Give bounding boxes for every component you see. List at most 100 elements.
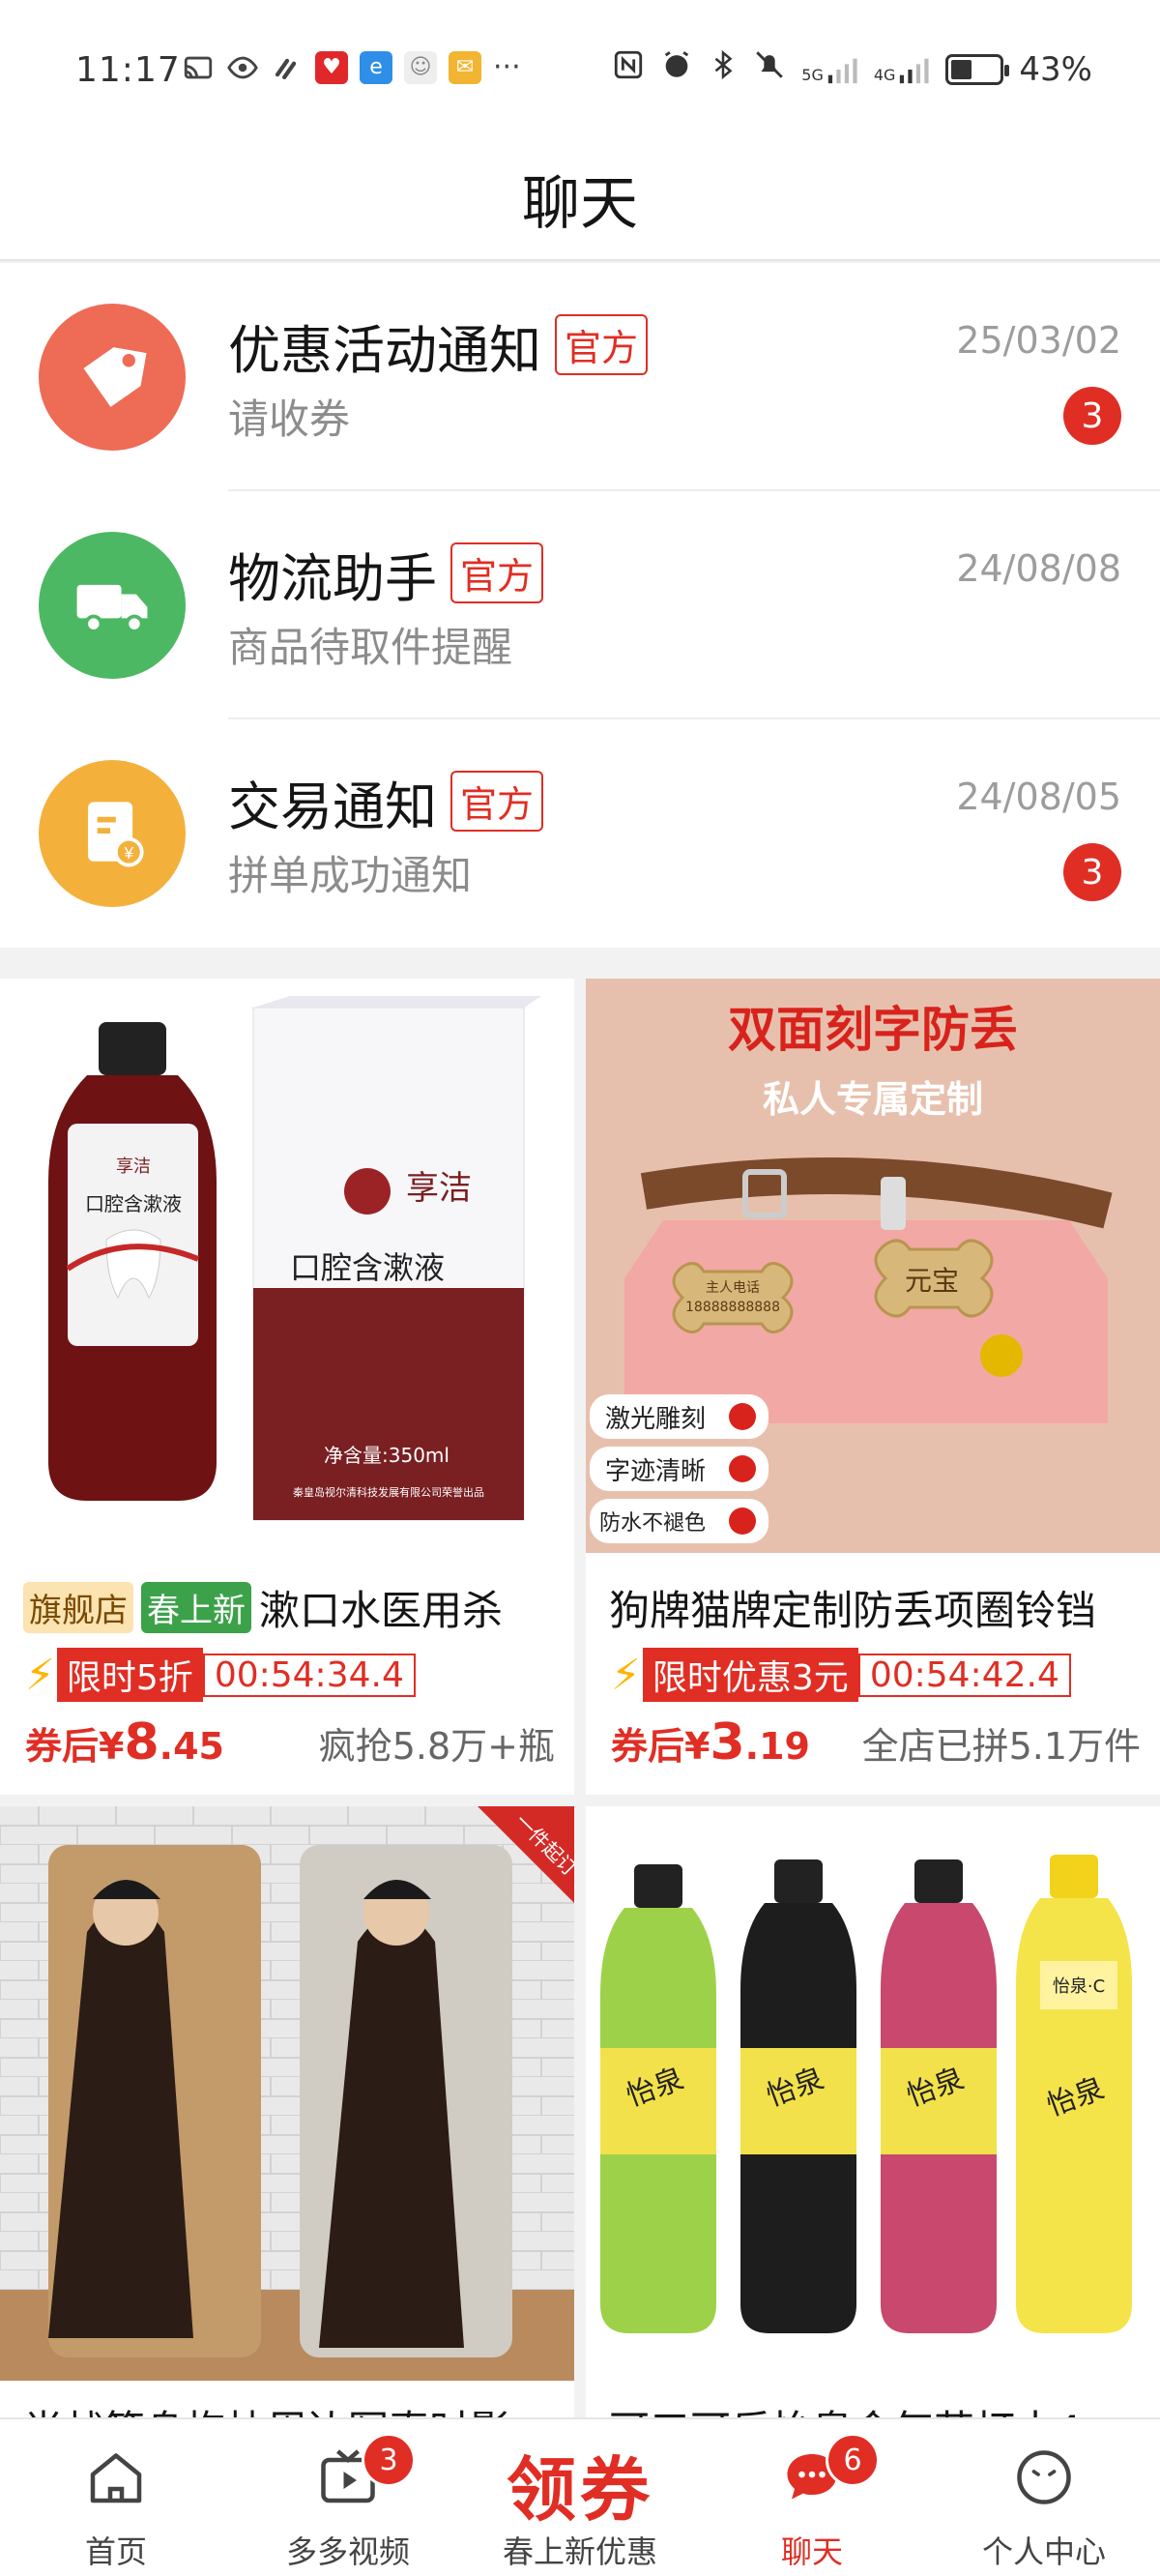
- link-icon: [271, 51, 304, 84]
- cast-icon: [182, 51, 215, 84]
- product-image[interactable]: 一件起订: [0, 1806, 574, 2381]
- product-card[interactable]: 双面刻字防丢 私人专属定制 元宝 主人电话 18888888888 激光雕刻 字…: [586, 979, 1160, 1795]
- chat-title: 物流助手: [228, 548, 437, 609]
- product-image[interactable]: 双面刻字防丢 私人专属定制 元宝 主人电话 18888888888 激光雕刻 字…: [586, 979, 1160, 1553]
- chat-preview: 拼单成功通知: [228, 852, 473, 899]
- status-time: 11:17: [75, 50, 181, 90]
- flash-sale-banner: ⚡ 限时5折 00:54:34.4: [25, 1648, 416, 1702]
- svg-text:怡泉·C: 怡泉·C: [1053, 1976, 1105, 1997]
- nav-label: 春上新优惠: [502, 2533, 657, 2570]
- coupon-price: 券后¥8.45: [25, 1713, 224, 1771]
- nav-badge: 6: [826, 2433, 880, 2487]
- battery-icon: [945, 53, 1010, 85]
- app-face-icon: ☺: [404, 50, 437, 84]
- product-image[interactable]: 怡泉 怡泉 怡泉 怡泉·C 怡泉: [586, 1806, 1160, 2381]
- nav-chat[interactable]: 6 聊天: [696, 2419, 928, 2576]
- home-icon: [81, 2443, 151, 2512]
- chat-date: 24/08/05: [956, 776, 1121, 818]
- nav-video[interactable]: 3 多多视频: [232, 2419, 464, 2576]
- chat-list: 优惠活动通知 官方 请收券 25/03/02 3 物流助手 官方 商品待取件提醒 2…: [0, 263, 1160, 948]
- sales-count: 全店已拼5.1万件: [861, 1725, 1141, 1768]
- truck-icon: [39, 532, 186, 679]
- nav-profile[interactable]: 个人中心: [928, 2419, 1160, 2576]
- countdown-timer: 00:54:42.4: [857, 1653, 1071, 1697]
- countdown-timer: 00:54:34.4: [202, 1653, 416, 1697]
- tag-icon: [39, 304, 186, 451]
- svg-text:18888888888: 18888888888: [685, 1300, 780, 1315]
- chat-title: 优惠活动通知: [228, 320, 541, 381]
- nav-label: 首页: [84, 2533, 147, 2570]
- more-notifications-icon: ···: [493, 50, 521, 84]
- page-header: 聊天: [0, 135, 1160, 261]
- svg-text:净含量:350ml: 净含量:350ml: [324, 1444, 450, 1467]
- mail-icon: ✉: [449, 50, 481, 84]
- nfc-icon: [612, 48, 645, 90]
- product-title-text: 狗牌猫牌定制防丢项圈铃铛: [609, 1587, 1097, 1634]
- svg-text:私人专属定制: 私人专属定制: [763, 1078, 983, 1121]
- svg-text:元宝: 元宝: [905, 1265, 959, 1297]
- product-card[interactable]: 怡泉 怡泉 怡泉 怡泉·C 怡泉 可口可乐怡泉含气苏打水4: [586, 1806, 1160, 2429]
- app-e-icon: e: [360, 50, 392, 84]
- mute-icon: [753, 48, 786, 90]
- signal-5g-icon: 5G: [801, 55, 858, 84]
- official-badge: 官方: [450, 771, 544, 832]
- chat-preview: 商品待取件提醒: [228, 624, 513, 671]
- bottom-navigation: 首页 3 多多视频 领券 春上新优惠 6 聊天 个人中心: [0, 2417, 1160, 2576]
- chat-title: 交易通知: [228, 776, 437, 837]
- unread-badge: 3: [1063, 843, 1121, 901]
- notification-icons: ♥ e ☺ ✉ ···: [182, 50, 521, 84]
- chat-preview: 请收券: [228, 395, 351, 443]
- sales-count: 疯抢5.8万+瓶: [318, 1725, 555, 1768]
- eye-icon: [226, 51, 259, 84]
- flash-sale-banner: ⚡ 限时优惠3元 00:54:42.4: [611, 1648, 1071, 1702]
- system-icons: 5G 4G 43%: [612, 48, 1092, 90]
- coupon-price: 券后¥3.19: [611, 1713, 810, 1771]
- svg-text:口腔含漱液: 口腔含漱液: [290, 1249, 445, 1286]
- nav-label: 聊天: [780, 2533, 843, 2570]
- flash-sale-label: 限时优惠3元: [642, 1648, 858, 1702]
- svg-text:口腔含漱液: 口腔含漱液: [85, 1192, 182, 1215]
- chat-item-transactions[interactable]: ¥ 交易通知 官方 拼单成功通知 24/08/05 3: [0, 719, 1160, 948]
- svg-text:字迹清晰: 字迹清晰: [605, 1457, 706, 1486]
- product-title: 狗牌猫牌定制防丢项圈铃铛: [609, 1578, 1150, 1637]
- receipt-icon: ¥: [39, 760, 186, 907]
- new-arrival-tag: 春上新: [141, 1582, 251, 1633]
- svg-text:防水不褪色: 防水不褪色: [599, 1511, 706, 1536]
- svg-text:享洁: 享洁: [116, 1156, 151, 1177]
- profile-icon: [1009, 2443, 1079, 2512]
- chat-item-logistics[interactable]: 物流助手 官方 商品待取件提醒 24/08/08: [0, 491, 1160, 719]
- product-title: 旗舰店 春上新 漱口水医用杀: [23, 1578, 565, 1637]
- official-badge: 官方: [555, 314, 649, 375]
- alarm-icon: [660, 48, 693, 90]
- bluetooth-icon: [709, 48, 738, 90]
- nav-coupons[interactable]: 领券 春上新优惠: [464, 2419, 696, 2576]
- nav-home[interactable]: 首页: [0, 2419, 232, 2576]
- price-row: 券后¥3.19 全店已拼5.1万件: [611, 1713, 1141, 1771]
- flagship-store-tag: 旗舰店: [23, 1582, 133, 1633]
- product-card[interactable]: 一件起订 肖战等身抱枕周边写真时影: [0, 1806, 574, 2429]
- chat-item-promotions[interactable]: 优惠活动通知 官方 请收券 25/03/02 3: [0, 263, 1160, 491]
- status-bar: 11:17 ♥ e ☺ ✉ ··· 5G 4G 43%: [0, 0, 1160, 135]
- lightning-icon: ⚡: [611, 1650, 641, 1700]
- svg-text:享洁: 享洁: [406, 1169, 472, 1208]
- chat-date: 24/08/08: [956, 547, 1121, 590]
- chat-date: 25/03/02: [956, 319, 1121, 362]
- nav-label: 个人中心: [981, 2533, 1106, 2570]
- official-badge: 官方: [450, 542, 544, 603]
- svg-text:双面刻字防丢: 双面刻字防丢: [728, 1002, 1018, 1058]
- svg-text:激光雕刻: 激光雕刻: [605, 1405, 706, 1434]
- price-row: 券后¥8.45 疯抢5.8万+瓶: [25, 1713, 555, 1771]
- coupon-logo: 领券: [506, 2449, 653, 2531]
- product-card[interactable]: 享洁 口腔含漱液 净含量:350ml 秦皇岛视尔清科技发展有限公司荣誉出品 享洁…: [0, 979, 574, 1795]
- svg-text:主人电话: 主人电话: [706, 1280, 760, 1296]
- battery-percent: 43%: [1019, 49, 1092, 89]
- flash-sale-label: 限时5折: [56, 1648, 203, 1702]
- lightning-icon: ⚡: [25, 1650, 55, 1700]
- signal-4g-icon: 4G: [874, 55, 931, 84]
- product-image[interactable]: 享洁 口腔含漱液 净含量:350ml 秦皇岛视尔清科技发展有限公司荣誉出品 享洁…: [0, 979, 574, 1553]
- app-heart-icon: ♥: [315, 50, 348, 84]
- product-title-text: 漱口水医用杀: [259, 1587, 504, 1634]
- page-title: 聊天: [522, 170, 638, 238]
- nav-badge: 3: [362, 2433, 416, 2487]
- nav-label: 多多视频: [285, 2533, 410, 2570]
